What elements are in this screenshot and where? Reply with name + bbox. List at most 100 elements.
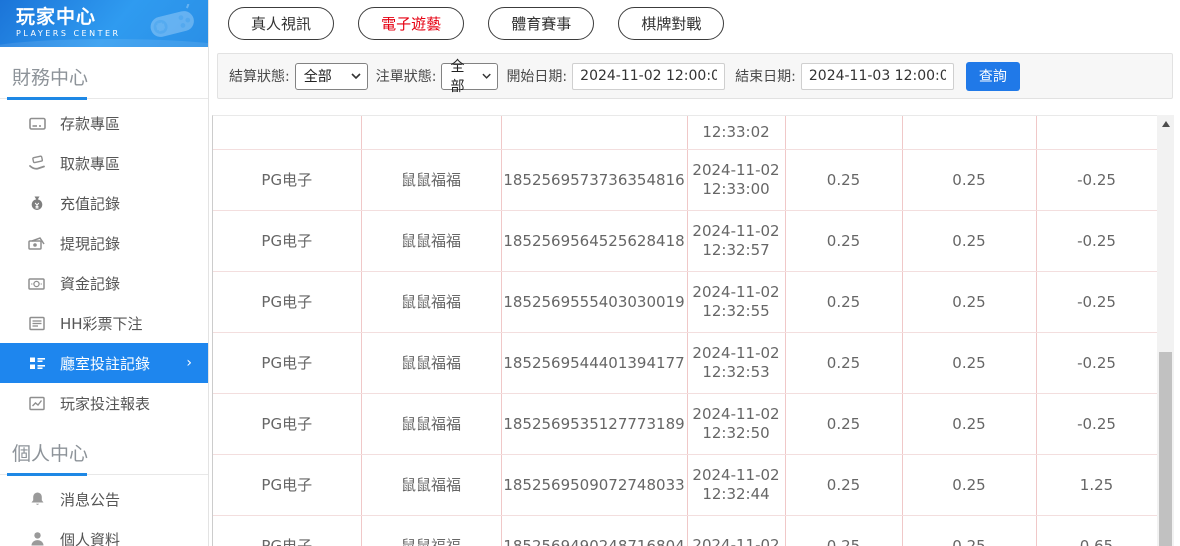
players-center-app: 玩家中心 PLAYERS CENTER (0, 0, 1180, 546)
bet-id-cell: 1852569509072748033 (501, 454, 687, 515)
bet-amount-cell: 0.25 (785, 210, 902, 271)
bell-icon (28, 490, 46, 508)
deposit-card-icon (28, 114, 46, 132)
tab-sports[interactable]: 體育賽事 (488, 7, 594, 40)
sidebar-item-player-report[interactable]: 玩家投注報表 (0, 383, 208, 423)
bet-amount-cell: 0.25 (785, 149, 902, 210)
provider-cell: PG电子 (213, 454, 361, 515)
start-date-input[interactable] (572, 63, 725, 90)
table-row: PG电子 鼠鼠福福 1852569573736354816 2024-11-02… (213, 149, 1157, 210)
sidebar-item-label: 存款專區 (60, 113, 120, 134)
bet-datetime-cell: 2024-11-02 (687, 515, 785, 546)
section-accent-bar (7, 473, 87, 476)
win-loss-cell: 1.25 (1036, 454, 1157, 515)
table-row: PG电子 鼠鼠福福 1852569544401394177 2024-11-02… (213, 332, 1157, 393)
win-loss-cell: -0.25 (1036, 393, 1157, 454)
win-loss-cell: -0.25 (1036, 210, 1157, 271)
bet-datetime-cell: 2024-11-0212:32:50 (687, 393, 785, 454)
provider-cell: PG电子 (213, 149, 361, 210)
category-tabs: 真人視訊 電子遊藝 體育賽事 棋牌對戰 (210, 0, 1180, 45)
settle-status-value: 全部 (304, 66, 332, 86)
order-status-value: 全部 (450, 56, 476, 96)
withdraw-hand-icon (28, 154, 46, 172)
provider-cell: PG电子 (213, 210, 361, 271)
sidebar-section-finance: 財務中心 (0, 47, 208, 99)
end-date-label: 結束日期: (735, 66, 796, 86)
scrollbar-thumb[interactable] (1159, 352, 1172, 546)
sidebar-section-personal: 個人中心 (0, 423, 208, 475)
game-cell: 鼠鼠福福 (361, 393, 501, 454)
sidebar-item-recharge-record[interactable]: 充值記錄 (0, 183, 208, 223)
search-button[interactable]: 查詢 (966, 62, 1020, 91)
bet-record-list-icon (28, 354, 46, 372)
provider-cell: PG电子 (213, 332, 361, 393)
bet-id-cell: 1852569490248716804 (501, 515, 687, 546)
sidebar-item-hh-lottery[interactable]: HH彩票下注 (0, 303, 208, 343)
game-cell: 鼠鼠福福 (361, 515, 501, 546)
bet-amount-cell: 0.25 (785, 271, 902, 332)
chevron-down-icon (482, 73, 491, 79)
valid-bet-cell: 0.25 (902, 515, 1036, 546)
section-accent-bar (7, 97, 87, 100)
table-row: PG电子 鼠鼠福福 1852569490248716804 2024-11-02… (213, 515, 1157, 546)
game-cell: 鼠鼠福福 (361, 454, 501, 515)
bet-time-cell: 12:33:02 (687, 116, 785, 149)
sidebar-nav-personal: 消息公告 個人資料 (0, 479, 208, 546)
report-chart-icon (28, 394, 46, 412)
sidebar-item-room-bet-record[interactable]: 廳室投註記錄 › (0, 343, 208, 383)
tab-live-video[interactable]: 真人視訊 (228, 7, 334, 40)
app-logo: 玩家中心 PLAYERS CENTER (0, 0, 208, 47)
valid-bet-cell: 0.25 (902, 149, 1036, 210)
logo-wave-decoration (0, 39, 208, 47)
game-cell: 鼠鼠福福 (361, 149, 501, 210)
bet-id-cell: 1852569564525628418 (501, 210, 687, 271)
sidebar-item-deposit[interactable]: 存款專區 (0, 103, 208, 143)
bet-datetime-cell: 2024-11-0212:32:44 (687, 454, 785, 515)
sidebar-item-label: 提現記錄 (60, 233, 120, 254)
tab-board-games[interactable]: 棋牌對戰 (618, 7, 724, 40)
scrollbar-up-arrow-icon[interactable] (1157, 115, 1174, 132)
sidebar-item-label: 資金記錄 (60, 273, 120, 294)
bet-amount-cell: 0.25 (785, 393, 902, 454)
sidebar-item-funds-record[interactable]: 資金記錄 (0, 263, 208, 303)
chevron-right-icon: › (186, 355, 192, 371)
valid-bet-cell: 0.25 (902, 210, 1036, 271)
section-finance-label: 財務中心 (12, 67, 88, 89)
game-cell: 鼠鼠福福 (361, 332, 501, 393)
sidebar-nav-finance: 存款專區 取款專區 充值記錄 提現記錄 (0, 103, 208, 423)
money-bag-icon (28, 194, 46, 212)
provider-cell: PG电子 (213, 515, 361, 546)
bet-datetime-cell: 2024-11-0212:32:53 (687, 332, 785, 393)
sidebar-item-withdraw[interactable]: 取款專區 (0, 143, 208, 183)
tab-electronic-games[interactable]: 電子遊藝 (358, 7, 464, 40)
person-icon (28, 530, 46, 546)
sidebar-item-label: 充值記錄 (60, 193, 120, 214)
vertical-scrollbar[interactable] (1157, 115, 1174, 546)
bet-id-cell: 1852569544401394177 (501, 332, 687, 393)
bet-amount-cell: 0.25 (785, 332, 902, 393)
bet-datetime-cell: 2024-11-0212:32:57 (687, 210, 785, 271)
sidebar-item-announcements[interactable]: 消息公告 (0, 479, 208, 519)
end-date-input[interactable] (801, 63, 954, 90)
table-row-partial: 12:33:02 (213, 116, 1157, 149)
sidebar-item-withdraw-record[interactable]: 提現記錄 (0, 223, 208, 263)
game-cell: 鼠鼠福福 (361, 271, 501, 332)
gamepad-icon (144, 4, 200, 42)
sidebar-item-profile[interactable]: 個人資料 (0, 519, 208, 546)
banknote-icon (28, 234, 46, 252)
settle-status-select[interactable]: 全部 (295, 63, 368, 90)
bet-id-cell: 1852569555403030019 (501, 271, 687, 332)
order-status-label: 注單狀態: (376, 66, 437, 86)
bet-datetime-cell: 2024-11-0212:33:00 (687, 149, 785, 210)
bet-amount-cell: 0.25 (785, 454, 902, 515)
section-personal-label: 個人中心 (12, 443, 88, 465)
bet-records-table: 12:33:02 PG电子 鼠鼠福福 1852569573736354816 2… (212, 115, 1158, 546)
main-content: 真人視訊 電子遊藝 體育賽事 棋牌對戰 結算狀態: 全部 注單狀態: 全部 開始… (210, 0, 1180, 546)
win-loss-cell: -0.25 (1036, 332, 1157, 393)
table-row: PG电子 鼠鼠福福 1852569564525628418 2024-11-02… (213, 210, 1157, 271)
bet-id-cell: 1852569535127773189 (501, 393, 687, 454)
table-row: PG电子 鼠鼠福福 1852569535127773189 2024-11-02… (213, 393, 1157, 454)
order-status-select[interactable]: 全部 (441, 63, 498, 90)
win-loss-cell: -0.25 (1036, 271, 1157, 332)
sidebar-item-label: 取款專區 (60, 153, 120, 174)
